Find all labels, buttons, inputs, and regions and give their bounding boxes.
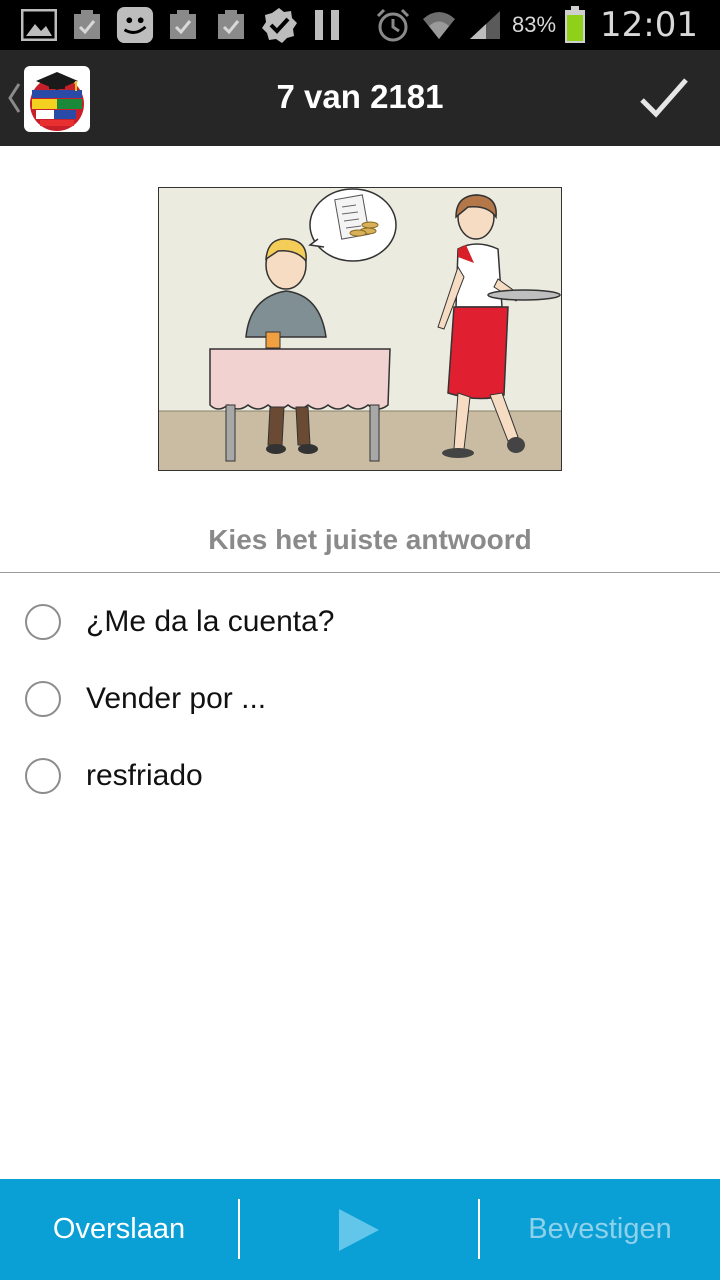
task-icon bbox=[164, 6, 202, 44]
task-icon bbox=[212, 6, 250, 44]
skip-button[interactable]: Overslaan bbox=[0, 1179, 238, 1280]
answer-option[interactable]: Vender por ... bbox=[0, 664, 720, 734]
messenger-icon bbox=[116, 6, 154, 44]
action-bar: 7 van 2181 bbox=[0, 50, 720, 146]
task-icon bbox=[68, 6, 106, 44]
check-badge-icon bbox=[260, 6, 298, 44]
signal-icon bbox=[466, 6, 504, 44]
question-prompt: Kies het juiste antwoord bbox=[208, 524, 532, 555]
notification-icons bbox=[20, 6, 346, 44]
answer-option[interactable]: resfriado bbox=[0, 741, 720, 811]
status-bar: 83% 12:01 bbox=[0, 0, 720, 50]
progress-title: 7 van 2181 bbox=[276, 78, 444, 115]
clock: 12:01 bbox=[600, 5, 698, 45]
play-button[interactable] bbox=[240, 1179, 478, 1280]
pause-icon bbox=[308, 6, 346, 44]
battery-icon bbox=[564, 6, 586, 44]
radio-button[interactable] bbox=[25, 604, 61, 640]
divider bbox=[0, 572, 720, 573]
answer-option-label: resfriado bbox=[86, 759, 203, 792]
answer-option[interactable]: ¿Me da la cuenta? bbox=[0, 587, 720, 657]
restaurant-illustration bbox=[158, 187, 562, 471]
confirm-check-icon[interactable] bbox=[638, 74, 690, 122]
status-indicators: 83% 12:01 bbox=[374, 0, 698, 50]
radio-button[interactable] bbox=[25, 758, 61, 794]
alarm-icon bbox=[374, 6, 412, 44]
answer-option-label: Vender por ... bbox=[86, 682, 267, 715]
battery-percent: 83% bbox=[511, 12, 557, 37]
bottom-action-bar: Overslaan Bevestigen bbox=[0, 1179, 720, 1280]
radio-button[interactable] bbox=[25, 681, 61, 717]
answer-option-label: ¿Me da la cuenta? bbox=[86, 605, 335, 638]
play-icon bbox=[339, 1208, 379, 1251]
gallery-icon bbox=[20, 6, 58, 44]
wifi-icon bbox=[420, 6, 458, 44]
confirm-button[interactable]: Bevestigen bbox=[480, 1179, 720, 1280]
